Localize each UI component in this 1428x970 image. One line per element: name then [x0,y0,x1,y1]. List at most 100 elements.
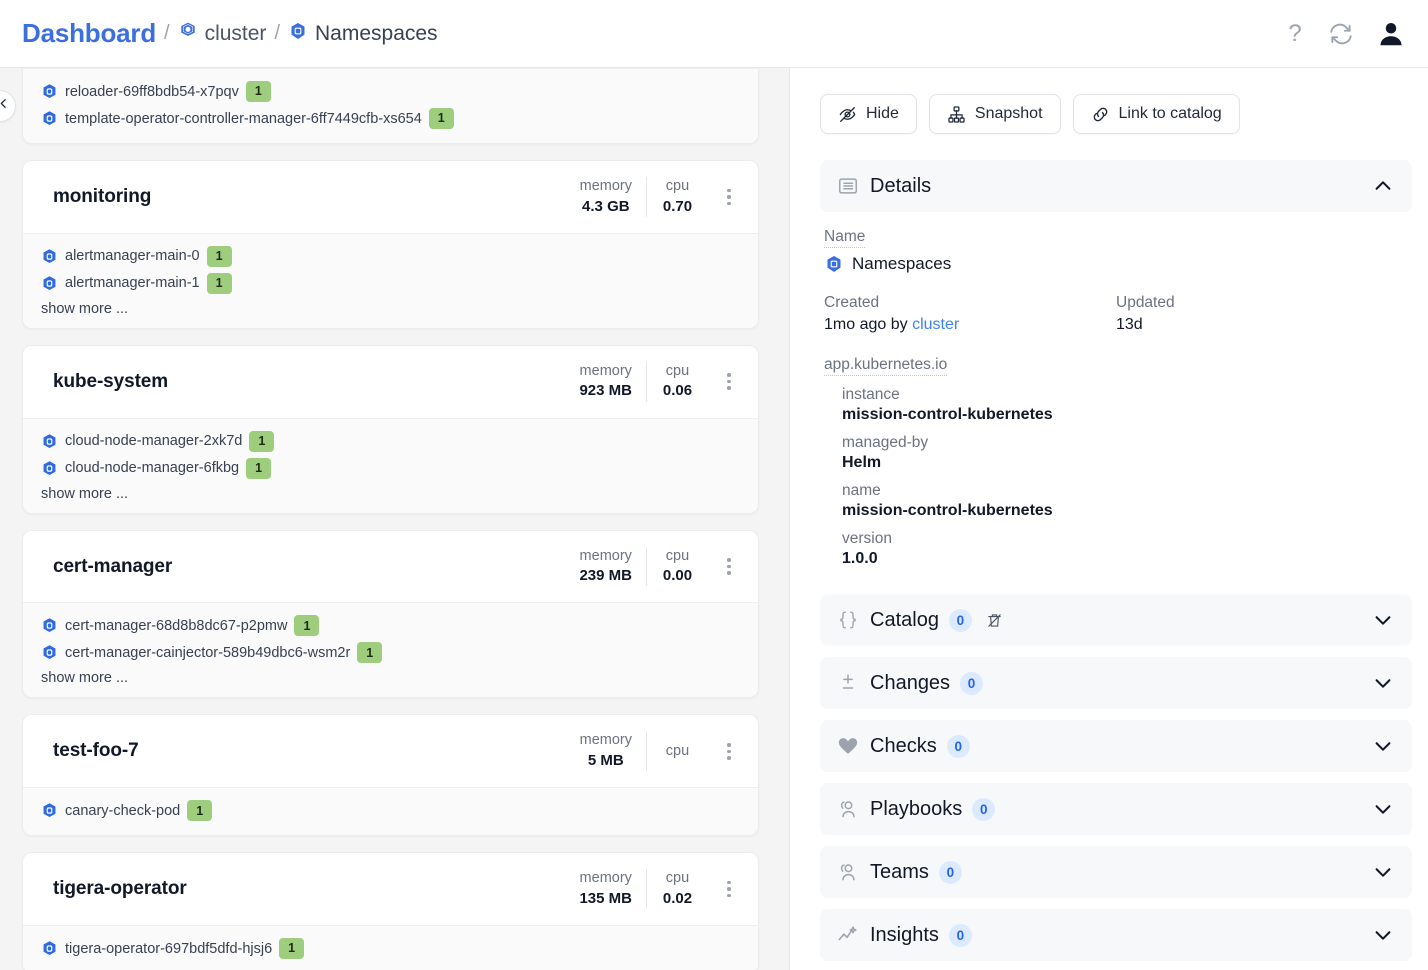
pod-icon [41,940,58,957]
refresh-icon[interactable] [1328,21,1354,47]
chevron-up-icon[interactable] [1372,175,1394,197]
pod-row[interactable]: reloader-69ff8bdb54-x7pqv 1 [23,78,758,105]
section-checks[interactable]: Checks 0 [820,720,1412,772]
section-changes[interactable]: Changes 0 [820,657,1412,709]
pod-count-badge: 1 [206,245,232,267]
section-teams[interactable]: Teams 0 [820,846,1412,898]
label-key: name [842,482,881,499]
link-to-catalog-button[interactable]: Link to catalog [1072,94,1240,134]
label-pair: managed-by Helm [842,434,1408,472]
show-more-link[interactable]: show more ... [23,666,758,686]
help-icon[interactable]: ? [1284,19,1306,49]
namespace-card-metrics: memory 4.3 GB cpu 0.70 [566,177,708,217]
details-section-title: Details [870,174,932,197]
users-icon [836,798,860,820]
breadcrumb-namespaces-label: Namespaces [315,21,438,45]
namespace-card-header[interactable]: monitoring memory 4.3 GB cpu 0.70 [23,161,758,233]
metric-cpu-label: cpu [665,870,690,887]
sitemap-icon [947,105,966,124]
pod-row[interactable]: cloud-node-manager-6fkbg 1 [23,455,758,482]
namespace-card-title: test-foo-7 [53,740,139,762]
label-pair: name mission-control-kubernetes [842,482,1408,520]
namespace-card[interactable]: tigera-operator memory 135 MB cpu 0.02 tiger… [22,852,759,970]
namespace-card-body: tigera-operator-697bdf5dfd-hjsj6 1 [23,925,758,970]
metric-memory: memory 5 MB [566,731,646,771]
pod-row[interactable]: alertmanager-main-0 1 [23,243,758,270]
card-overflow-menu-icon[interactable] [714,188,744,206]
details-section-header[interactable]: Details [820,160,1412,212]
pod-count-badge: 1 [249,430,275,452]
namespace-card-header[interactable]: cert-manager memory 239 MB cpu 0.00 [23,530,758,603]
namespace-card[interactable]: monitoring memory 4.3 GB cpu 0.70 alertmanag… [22,160,759,329]
chevron-down-icon[interactable] [1372,861,1394,883]
created-field: Created 1mo ago by cluster [824,294,1116,334]
section-playbooks[interactable]: Playbooks 0 [820,783,1412,835]
chevron-down-icon[interactable] [1372,672,1394,694]
metric-memory-value: 5 MB [587,752,624,769]
user-avatar-icon[interactable] [1376,19,1406,49]
namespace-card[interactable]: reloader-69ff8bdb54-x7pqv 1 template-ope… [22,68,759,144]
button-label: Snapshot [974,105,1043,122]
section-count-badge: 0 [948,923,972,947]
pod-row[interactable]: cert-manager-cainjector-589b49dbc6-wsm2r… [23,639,758,666]
namespace-name-text: Namespaces [852,254,952,273]
namespace-card[interactable]: cert-manager memory 239 MB cpu 0.00 cert-man… [22,529,759,699]
card-overflow-menu-icon[interactable] [714,880,744,898]
namespace-card-metrics: memory 135 MB cpu 0.02 [565,869,708,910]
namespace-card-header[interactable]: test-foo-7 memory 5 MB cpu [23,715,758,788]
breadcrumb-cluster[interactable]: cluster [178,21,267,46]
section-count-badge: 0 [960,671,984,695]
label-key: version [842,530,892,547]
breadcrumb-cluster-label: cluster [204,21,267,45]
top-header-bar: Dashboard / cluster / Namespaces ? [0,0,1428,68]
card-overflow-menu-icon[interactable] [714,373,744,390]
section-insights[interactable]: Insights 0 [820,909,1412,961]
chevron-down-icon[interactable] [1372,924,1394,946]
namespaces-list-panel: reloader-69ff8bdb54-x7pqv 1 template-ope… [0,68,789,970]
pod-icon [41,248,58,265]
pod-name: cloud-node-manager-6fkbg [65,460,240,477]
card-overflow-menu-icon[interactable] [714,743,744,760]
updated-label: Updated [1116,294,1175,311]
section-catalog[interactable]: Catalog 0 [820,594,1412,646]
trash-icon[interactable] [986,612,1003,629]
pod-row[interactable]: cert-manager-68d8b8dc67-p2pmw 1 [23,612,758,639]
hide-button[interactable]: Hide [820,94,917,134]
collapse-panel-button[interactable] [0,90,16,122]
chevron-down-icon[interactable] [1372,798,1394,820]
pod-row[interactable]: tigera-operator-697bdf5dfd-hjsj6 1 [23,935,758,962]
labels-group-title: app.kubernetes.io [824,356,948,376]
pod-row[interactable]: cloud-node-manager-2xk7d 1 [23,428,758,455]
namespace-card-title: tigera-operator [53,878,187,900]
namespace-card-header[interactable]: kube-system memory 923 MB cpu 0.06 [23,345,758,418]
created-value: 1mo ago by cluster [824,316,1116,334]
eye-off-icon [838,105,857,124]
namespace-card[interactable]: test-foo-7 memory 5 MB cpu canary-check-pod… [22,714,759,837]
show-more-link[interactable]: show more ... [23,482,758,502]
label-value: Helm [842,454,882,471]
metric-cpu-value: 0.70 [662,197,693,215]
section-title: Checks [870,734,937,757]
pod-row[interactable]: alertmanager-main-1 1 [23,270,758,297]
namespace-card[interactable]: kube-system memory 923 MB cpu 0.06 cloud-nod… [22,344,759,514]
pod-row[interactable]: template-operator-controller-manager-6ff… [23,105,758,132]
chevron-down-icon[interactable] [1372,609,1394,631]
namespace-card-title: cert-manager [53,555,173,577]
updated-field: Updated 13d [1116,294,1408,334]
snapshot-button[interactable]: Snapshot [928,94,1061,134]
card-overflow-menu-icon[interactable] [714,558,744,575]
metric-cpu: cpu 0.70 [646,177,708,217]
chevron-down-icon[interactable] [1372,735,1394,757]
metric-memory: memory 239 MB [565,547,646,587]
namespace-card-header[interactable]: tigera-operator memory 135 MB cpu 0.02 [23,853,758,926]
show-more-link[interactable]: show more ... [23,297,758,317]
metric-cpu-label: cpu [665,547,690,564]
created-by-cluster-link[interactable]: cluster [912,316,959,333]
pod-row[interactable]: canary-check-pod 1 [23,797,758,824]
breadcrumb-dashboard-link[interactable]: Dashboard [22,18,156,49]
namespace-icon [288,21,308,46]
collapsible-sections-list: Catalog 0 Changes 0 Checks 0 Playbooks 0… [820,594,1412,961]
metric-memory-value: 239 MB [579,567,632,585]
namespace-card-body: reloader-69ff8bdb54-x7pqv 1 template-ope… [23,68,758,143]
breadcrumb-namespaces[interactable]: Namespaces [288,21,438,46]
